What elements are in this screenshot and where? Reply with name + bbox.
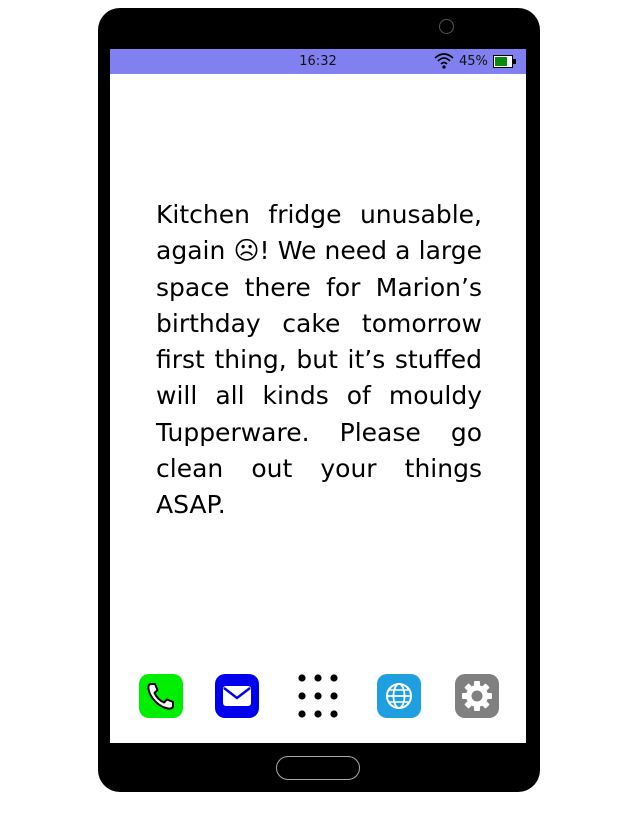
- message-text: Kitchen fridge unusable, again ☹! We nee…: [156, 200, 482, 520]
- front-camera: [439, 19, 454, 34]
- battery-level-fill: [495, 57, 507, 66]
- phone-icon: [147, 683, 174, 710]
- wifi-icon: [434, 53, 454, 69]
- app-grid-icon: [298, 674, 338, 718]
- mail-app-button[interactable]: [215, 674, 259, 718]
- battery-icon: [493, 55, 513, 68]
- browser-app-button[interactable]: [377, 674, 421, 718]
- gear-icon: [462, 681, 492, 711]
- battery-tip: [513, 59, 516, 64]
- app-drawer-button[interactable]: [296, 674, 340, 718]
- phone-screen: 16:32 45% Kitchen fridge unusable, again…: [110, 49, 526, 743]
- app-dock: [110, 674, 526, 720]
- globe-icon: [386, 683, 412, 709]
- home-button[interactable]: [276, 756, 360, 780]
- mail-icon: [223, 686, 251, 706]
- phone-app-button[interactable]: [139, 674, 183, 718]
- settings-app-button[interactable]: [455, 674, 499, 718]
- status-bar: 16:32 45%: [110, 49, 526, 74]
- phone-frame: 16:32 45% Kitchen fridge unusable, again…: [98, 8, 540, 792]
- battery-percent: 45%: [459, 54, 488, 69]
